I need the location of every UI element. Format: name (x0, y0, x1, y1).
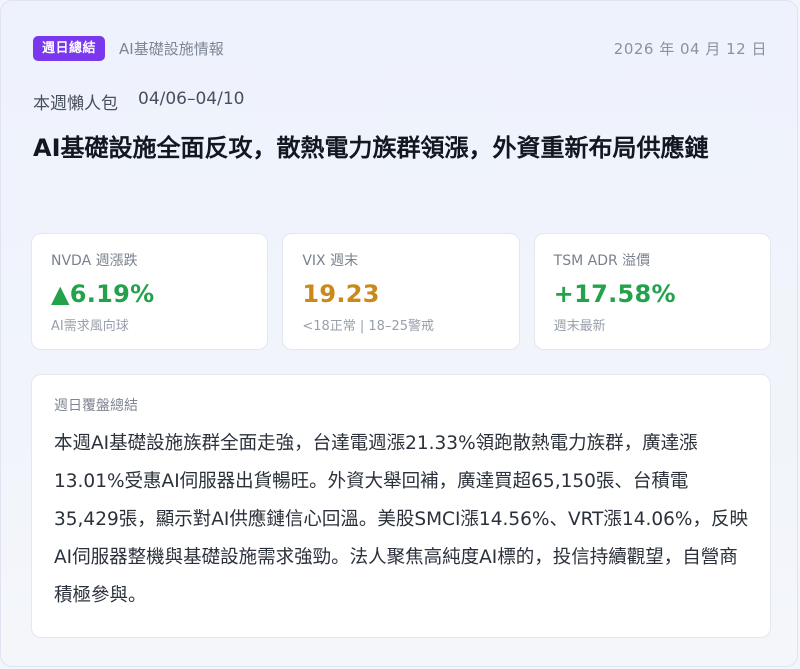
metric-card-vix: VIX 週末 19.23 <18正常 | 18–25警戒 (282, 233, 520, 350)
metric-value: +17.58% (553, 280, 676, 308)
metric-label: NVDA 週漲跌 (51, 253, 138, 269)
metric-label: VIX 週末 (302, 253, 359, 269)
card-header: 週日總結 AI基礎設施情報 2026 年 04 月 12 日 (33, 34, 767, 62)
metric-value: 19.23 (302, 280, 380, 308)
metric-subtext: AI需求風向球 (51, 319, 129, 334)
metric-subtext: <18正常 | 18–25警戒 (302, 319, 434, 334)
metric-subtext: 週末最新 (553, 319, 606, 334)
week-date-range: 04/06–04/10 (138, 89, 245, 109)
metric-card-nvda: NVDA 週漲跌 ▲6.19% AI需求風向球 (31, 233, 269, 350)
metric-card-tsm-adr: TSM ADR 溢價 +17.58% 週末最新 (533, 233, 771, 350)
weekly-summary-card: 週日總結 AI基礎設施情報 2026 年 04 月 12 日 本週懶人包 04/… (0, 0, 798, 667)
weekly-recap-panel: 週日覆盤總結 本週AI基礎設施族群全面走強，台達電週漲21.33%領跑散熱電力族… (31, 374, 771, 638)
weekly-badge: 週日總結 (33, 35, 106, 61)
week-digest-label: 本週懶人包 (33, 94, 118, 114)
metric-label: TSM ADR 溢價 (553, 253, 651, 269)
metric-value: ▲6.19% (51, 280, 155, 308)
report-date: 2026 年 04 月 12 日 (613, 39, 767, 58)
category-label: AI基礎設施情報 (119, 39, 224, 58)
recap-label: 週日覆盤總結 (54, 398, 138, 414)
metrics-row: NVDA 週漲跌 ▲6.19% AI需求風向球 VIX 週末 19.23 <18… (31, 233, 771, 350)
recap-text: 本週AI基礎設施族群全面走強，台達電週漲21.33%領跑散熱電力族群，廣達漲13… (54, 433, 748, 606)
headline: AI基礎設施全面反攻，散熱電力族群領漲，外資重新布局供應鏈 (33, 134, 709, 162)
week-range-line: 本週懶人包 04/06–04/10 (33, 89, 244, 114)
